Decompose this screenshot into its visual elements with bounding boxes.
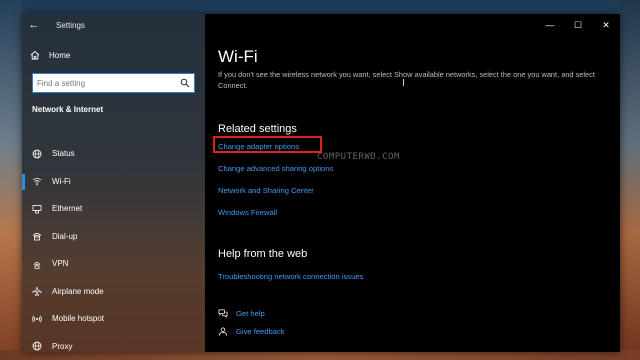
title-bar: ← Settings — [22, 14, 205, 36]
related-settings-heading: Related settings — [218, 123, 297, 135]
sidebar-item-proxy[interactable]: Proxy — [22, 333, 205, 353]
sidebar-item-airplane-mode[interactable]: Airplane mode — [22, 278, 205, 306]
page-title: Wi-Fi — [218, 47, 258, 66]
sidebar-item-status[interactable]: Status — [22, 140, 205, 168]
page-description: If you don't see the wireless network yo… — [218, 70, 595, 90]
sidebar-nav: Status Wi-Fi Ethernet Dial-up VPN Airpla… — [22, 140, 205, 352]
window-controls: — ☐ ✕ — [536, 14, 620, 36]
sidebar: ← Settings Home Network & Internet Statu… — [22, 14, 205, 352]
airplane-icon — [32, 286, 42, 297]
maximize-button[interactable]: ☐ — [564, 14, 592, 36]
desktop-background-left — [0, 0, 22, 360]
get-help-item[interactable]: Get help — [218, 308, 265, 318]
sidebar-item-vpn[interactable]: VPN — [22, 250, 205, 278]
sidebar-item-label: VPN — [52, 259, 69, 269]
window-title: Settings — [56, 20, 85, 30]
settings-window: ← Settings Home Network & Internet Statu… — [22, 14, 620, 352]
back-button[interactable]: ← — [22, 14, 46, 36]
ethernet-icon — [32, 204, 42, 214]
sidebar-item-label: Dial-up — [52, 231, 78, 241]
home-nav-item[interactable]: Home — [30, 50, 70, 60]
globe-icon — [32, 341, 42, 351]
chat-help-icon — [218, 308, 228, 318]
close-button[interactable]: ✕ — [592, 14, 620, 36]
change-adapter-options-link[interactable]: Change adapter options — [218, 142, 299, 151]
search-icon[interactable] — [176, 74, 194, 92]
wifi-icon — [32, 176, 42, 186]
sidebar-item-label: Status — [52, 149, 75, 159]
sidebar-item-ethernet[interactable]: Ethernet — [22, 195, 205, 223]
home-icon — [30, 50, 40, 60]
globe-icon — [32, 149, 42, 159]
sidebar-item-mobile-hotspot[interactable]: Mobile hotspot — [22, 305, 205, 333]
sidebar-item-dialup[interactable]: Dial-up — [22, 223, 205, 251]
sidebar-item-label: Airplane mode — [52, 286, 104, 296]
change-advanced-sharing-link[interactable]: Change advanced sharing options — [218, 164, 333, 173]
give-feedback-item[interactable]: Give feedback — [218, 326, 285, 336]
feedback-icon — [218, 326, 228, 336]
search-box[interactable] — [32, 73, 195, 93]
hotspot-icon — [32, 314, 42, 324]
help-heading: Help from the web — [218, 248, 308, 260]
sidebar-item-label: Wi-Fi — [52, 176, 71, 186]
minimize-button[interactable]: — — [536, 14, 564, 36]
get-help-label: Get help — [236, 308, 265, 318]
sidebar-item-wifi[interactable]: Wi-Fi — [22, 168, 205, 196]
sidebar-item-label: Ethernet — [52, 204, 83, 214]
network-sharing-center-link[interactable]: Network and Sharing Center — [218, 186, 314, 195]
dialup-icon — [32, 231, 42, 241]
text-cursor: I — [402, 78, 405, 89]
give-feedback-label: Give feedback — [236, 326, 285, 336]
search-input[interactable] — [33, 75, 176, 91]
sidebar-item-label: Proxy — [52, 341, 73, 351]
desktop-background-right — [620, 0, 640, 360]
watermark: COMPUTERWD.COM — [317, 152, 400, 162]
home-label: Home — [49, 50, 71, 60]
windows-firewall-link[interactable]: Windows Firewall — [218, 208, 277, 217]
sidebar-item-label: Mobile hotspot — [52, 314, 105, 324]
troubleshooting-link[interactable]: Troubleshooting network connection issue… — [218, 272, 363, 281]
main-content: — ☐ ✕ Wi-Fi If you don't see the wireles… — [205, 14, 620, 352]
vpn-icon — [32, 259, 42, 269]
section-title: Network & Internet — [32, 105, 104, 114]
